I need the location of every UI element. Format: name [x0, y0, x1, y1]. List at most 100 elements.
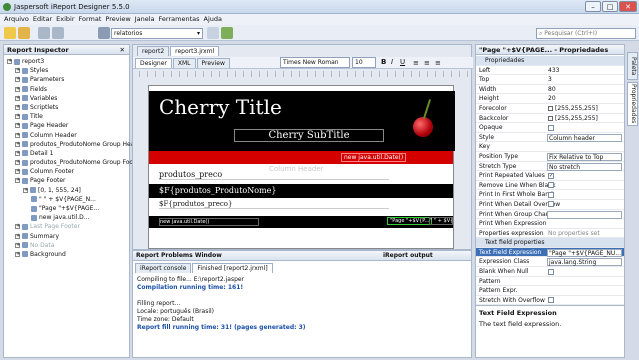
side-tab-properties[interactable]: Propriedades	[627, 82, 638, 126]
underline-icon[interactable]: U	[400, 58, 405, 66]
report-canvas[interactable]: Cherry Title Cherry SubTitle new java.ut…	[148, 85, 455, 249]
view-tab[interactable]: XML	[172, 58, 196, 68]
group-field-label[interactable]: produtos_preco	[159, 170, 389, 180]
inspector-item[interactable]: + Column Header	[7, 131, 129, 140]
property-value[interactable]	[547, 210, 622, 219]
menu-item-5[interactable]: Janela	[135, 15, 155, 23]
redo-icon[interactable]	[52, 27, 64, 39]
expand-icon[interactable]: +	[15, 141, 20, 147]
inspector-item[interactable]: + Last Page Footer	[7, 222, 129, 231]
property-row[interactable]: Print When Expression	[476, 219, 624, 229]
inspector-item[interactable]: + produtos_ProdutoNome Group Header	[7, 140, 144, 149]
property-row[interactable]: Text Field Expression "Page "+$V{PAGE_NU.…	[476, 247, 624, 258]
property-row[interactable]: Print When Group Changes	[476, 210, 624, 220]
inspector-item[interactable]: + produtos_ProdutoNome Group Footer 1	[7, 158, 147, 167]
property-row[interactable]: Top 3	[476, 75, 624, 85]
inspector-item[interactable]: + Styles	[7, 66, 129, 75]
cherry-image[interactable]	[399, 91, 455, 151]
property-value[interactable]	[547, 123, 622, 133]
undo-icon[interactable]	[38, 27, 50, 39]
expand-icon[interactable]: +	[15, 160, 20, 166]
group-header-band[interactable]: $F{produtos_ProdutoNome}	[149, 184, 453, 198]
editor-tab[interactable]: report3.jrxml	[170, 46, 220, 56]
property-row[interactable]: Print In First Whole Band	[476, 190, 624, 200]
property-row[interactable]: Expression Class java.lang.String	[476, 257, 624, 268]
font-size-select[interactable]: 10	[352, 57, 376, 68]
side-tab-palette[interactable]: Paleta	[627, 52, 638, 80]
property-row[interactable]: Pattern Expr.	[476, 286, 624, 296]
expand-icon[interactable]: +	[15, 123, 20, 129]
property-row[interactable]: Position Type Fix Relative to Top	[476, 152, 624, 162]
property-value[interactable]: 80	[547, 85, 622, 95]
property-value[interactable]: 20	[547, 94, 622, 104]
property-row[interactable]: Width 80	[476, 85, 624, 95]
tab-ireport-output[interactable]: iReport output	[383, 251, 433, 261]
expand-icon[interactable]: +	[15, 114, 20, 120]
property-value[interactable]	[547, 181, 622, 191]
expand-icon[interactable]: +	[15, 178, 20, 184]
expand-icon[interactable]: +	[7, 59, 12, 64]
menu-item-6[interactable]: Ferramentas	[159, 15, 200, 23]
close-icon[interactable]: ✕	[120, 45, 125, 55]
view-tab[interactable]: Designer	[135, 58, 172, 68]
run-icon[interactable]	[221, 27, 233, 39]
checkbox[interactable]	[548, 124, 554, 131]
property-row[interactable]: Style Column header	[476, 133, 624, 143]
tab-problems-window[interactable]: Report Problems Window	[136, 252, 222, 259]
output-subtab[interactable]: iReport console	[135, 263, 192, 273]
inspector-item[interactable]: + Variables	[7, 94, 129, 103]
expand-icon[interactable]: +	[15, 251, 20, 257]
property-value[interactable]: [255,255,255]	[547, 104, 622, 114]
expand-icon[interactable]: +	[15, 86, 20, 92]
expand-icon[interactable]: +	[15, 77, 20, 83]
inspector-item[interactable]: + report3	[7, 57, 129, 66]
footer-page-field[interactable]: "Page "+$V{P...	[387, 217, 433, 225]
inspector-item[interactable]: + Scriptlets	[7, 103, 129, 112]
inspector-item[interactable]: + Summary	[7, 232, 129, 241]
menu-item-1[interactable]: Editar	[33, 15, 52, 23]
datasource-icon[interactable]	[207, 27, 219, 39]
property-row[interactable]: Remove Line When Blank	[476, 181, 624, 191]
property-row[interactable]: Properties expression No properties set	[476, 229, 624, 239]
property-row[interactable]: Pattern	[476, 277, 624, 287]
expand-icon[interactable]: +	[15, 242, 20, 248]
inspector-item[interactable]: new java.util.D...	[7, 213, 129, 222]
red-band[interactable]: new java.util.Date()	[149, 151, 453, 164]
report-title[interactable]: Cherry Title	[159, 95, 282, 119]
property-value[interactable]: "Page "+$V{PAGE_NU...	[547, 248, 622, 257]
property-row[interactable]: Left 433	[476, 66, 624, 76]
property-value[interactable]	[547, 296, 622, 306]
checkbox[interactable]	[548, 201, 554, 208]
title-date-field[interactable]: new java.util.Date()	[341, 153, 407, 162]
connection-select[interactable]: relatorios ▾	[111, 28, 203, 39]
inspector-item[interactable]: + Detail 1	[7, 149, 129, 158]
expand-icon[interactable]: +	[23, 187, 28, 193]
italic-icon[interactable]: I	[391, 58, 393, 66]
inspector-item[interactable]: + Column Footer	[7, 167, 129, 176]
close-button[interactable]: ✕	[619, 1, 637, 12]
align-center-icon[interactable]: ≡	[424, 59, 430, 67]
inspector-item[interactable]: + Title	[7, 112, 129, 121]
property-value[interactable]: [255,255,255]	[547, 114, 622, 124]
menu-item-7[interactable]: Ajuda	[204, 15, 222, 23]
expand-icon[interactable]: +	[15, 95, 20, 101]
expand-icon[interactable]: +	[15, 104, 20, 110]
inspector-item[interactable]: + Parameters	[7, 75, 129, 84]
menu-item-0[interactable]: Arquivo	[4, 15, 29, 23]
checkbox[interactable]: ✓	[548, 172, 554, 179]
property-row[interactable]: Height 20	[476, 94, 624, 104]
inspector-item[interactable]: + Fields	[7, 85, 129, 94]
inspector-item[interactable]: + Page Header	[7, 121, 129, 130]
inspector-item[interactable]: + Page Footer	[7, 176, 129, 185]
property-value[interactable]: 3	[547, 75, 622, 85]
align-left-icon[interactable]: ≡	[413, 59, 419, 67]
bold-icon[interactable]: B	[381, 58, 386, 66]
property-row[interactable]: Print Repeated Values ✓	[476, 171, 624, 181]
menu-item-3[interactable]: Format	[79, 15, 102, 23]
detail-field[interactable]: $F{produtos_preco}	[159, 200, 389, 209]
search-input[interactable]: ⌕ Pesquisar (Ctrl+I)	[536, 28, 636, 39]
report-subtitle[interactable]: Cherry SubTitle	[234, 129, 384, 142]
editor-tab[interactable]: report2	[137, 46, 170, 56]
menu-item-4[interactable]: Preview	[105, 15, 130, 23]
database-icon[interactable]	[98, 27, 110, 39]
